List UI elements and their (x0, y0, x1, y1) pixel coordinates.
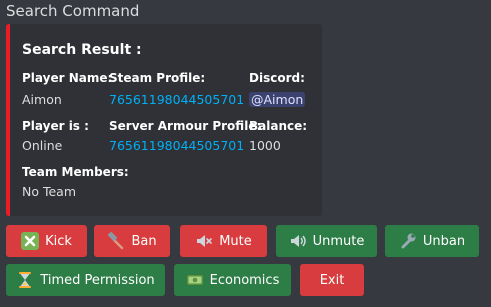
wrench-icon (399, 232, 417, 250)
speaker-muted-icon (195, 232, 213, 250)
search-command-message: Search Command Search Result : Player Na… (0, 0, 491, 307)
team-members-label: Team Members: (22, 165, 129, 179)
steam-profile-label: Steam Profile: (109, 71, 206, 85)
server-armour-label: Server Armour Profile: (109, 119, 262, 133)
search-result-embed: Search Result : Player Name: Aimon Steam… (6, 24, 322, 216)
ban-button[interactable]: Ban (94, 225, 170, 257)
economics-button-label: Economics (209, 272, 280, 288)
mute-button-label: Mute (219, 233, 252, 249)
x-mark-icon (21, 232, 40, 250)
unban-button-label: Unban (422, 233, 466, 249)
player-name-value: Aimon (22, 92, 62, 107)
discord-label: Discord: (249, 71, 305, 85)
message-title: Search Command (6, 2, 140, 20)
kick-button-label: Kick (45, 233, 72, 249)
unmute-button[interactable]: Unmute (276, 225, 377, 257)
money-icon (186, 271, 204, 289)
server-armour-link[interactable]: 76561198044505701 (109, 138, 244, 153)
exit-button-label: Exit (319, 272, 345, 288)
timed-permission-button[interactable]: Timed Permission (6, 264, 165, 296)
player-status-value: Online (22, 138, 63, 153)
mute-button[interactable]: Mute (180, 225, 267, 257)
hourglass-icon (16, 271, 34, 289)
player-name-label: Player Name: (22, 71, 113, 85)
unban-button[interactable]: Unban (385, 225, 479, 257)
timed-permission-button-label: Timed Permission (40, 272, 155, 288)
discord-value: @Aimon (249, 92, 306, 107)
hammer-icon (107, 232, 125, 250)
ban-button-label: Ban (131, 233, 157, 249)
team-members-value: No Team (22, 184, 77, 199)
unmute-button-label: Unmute (312, 233, 365, 249)
kick-button[interactable]: Kick (6, 225, 87, 257)
embed-title: Search Result : (22, 42, 142, 58)
discord-mention[interactable]: @Aimon (249, 92, 306, 107)
steam-profile-link[interactable]: 76561198044505701 (109, 92, 244, 107)
player-status-label: Player is : (22, 119, 89, 133)
balance-value: 1000 (249, 138, 281, 153)
balance-label: Balance: (249, 119, 308, 133)
speaker-icon (289, 232, 307, 250)
exit-button[interactable]: Exit (300, 264, 364, 296)
economics-button[interactable]: Economics (174, 264, 291, 296)
